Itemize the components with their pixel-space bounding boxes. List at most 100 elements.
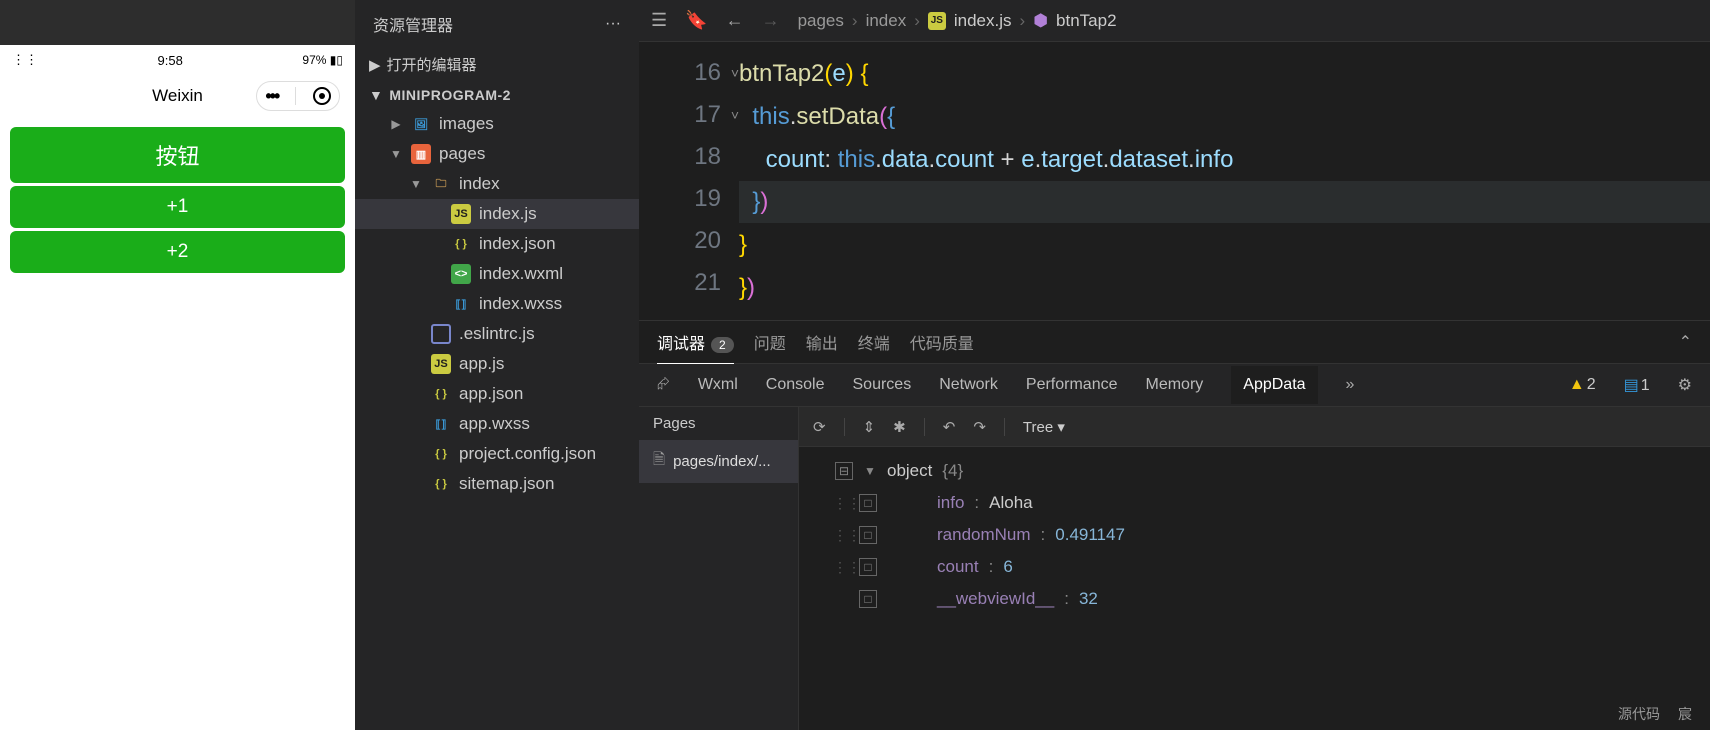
line-gutter: 16˅17˅18192021 [639, 42, 739, 320]
open-editors-section[interactable]: ▶ 打开的编辑器 [355, 48, 639, 81]
tab-debugger[interactable]: 调试器2 [657, 320, 734, 364]
status-source[interactable]: 源代码 [1618, 704, 1660, 724]
tree-item-index-wxml[interactable]: <>index.wxml [355, 259, 639, 289]
chevron-right-icon: › [914, 11, 920, 31]
open-editors-label: 打开的编辑器 [387, 54, 477, 75]
tree-item-sitemap-json[interactable]: { }sitemap.json [355, 469, 639, 499]
devtab-network[interactable]: Network [939, 376, 998, 394]
info-icon[interactable]: ▤1 [1624, 375, 1650, 395]
tree-item--eslintrc-js[interactable]: .eslintrc.js [355, 319, 639, 349]
cube-icon: ⬢ [1033, 11, 1048, 31]
tree-label: index.json [479, 234, 556, 254]
tree-item-app-js[interactable]: JSapp.js [355, 349, 639, 379]
phone-body: 按钮 +1 +2 [0, 117, 355, 286]
refresh-icon[interactable]: ⟳ [813, 418, 826, 436]
breadcrumb-0[interactable]: pages [798, 11, 844, 31]
devtab-wxml[interactable]: Wxml [698, 376, 738, 394]
tree-label: index.js [479, 204, 537, 224]
tree-item-app-json[interactable]: { }app.json [355, 379, 639, 409]
tree-label: index.wxml [479, 264, 563, 284]
chevron-right-icon: › [1020, 11, 1026, 31]
simulator-panel: ⋮⋮ 9:58 97% ▮▯ Weixin ••• 按钮 +1 +2 [0, 0, 355, 730]
tab-quality[interactable]: 代码质量 [910, 320, 974, 364]
tree-item-index-js[interactable]: JSindex.js [355, 199, 639, 229]
tab-terminal[interactable]: 终端 [858, 320, 890, 364]
gear-icon[interactable]: ⚙ [1678, 375, 1692, 395]
tree-item-index-wxss[interactable]: ⟦⟧index.wxss [355, 289, 639, 319]
devtab-performance[interactable]: Performance [1026, 376, 1118, 394]
file-tree: ▶🖼images▼▥pages▼🗀indexJSindex.js{ }index… [355, 109, 639, 730]
status-time: 9:58 [38, 53, 302, 68]
app-title: Weixin [152, 86, 203, 106]
tree-item-index[interactable]: ▼🗀index [355, 169, 639, 199]
sim-button-plus1[interactable]: +1 [10, 186, 345, 228]
data-entry-__webviewId__[interactable]: □__webviewId__ : 32 [809, 583, 1700, 615]
status-line: 源代码 宸 [1618, 704, 1692, 724]
pages-header: Pages [639, 407, 798, 440]
more-icon[interactable]: ··· [605, 15, 621, 33]
data-entry-info[interactable]: ⋮⋮□info : Aloha [809, 487, 1700, 519]
undo-icon[interactable]: ↶ [943, 418, 956, 436]
page-item[interactable]: 🗎 pages/index/... [639, 440, 798, 483]
list-icon[interactable]: ☰ [651, 10, 667, 31]
back-icon[interactable]: ← [726, 10, 744, 31]
capsule-button[interactable]: ••• [256, 81, 340, 111]
devtab-memory[interactable]: Memory [1145, 376, 1203, 394]
tree-mode-select[interactable]: Tree ▾ [1023, 418, 1065, 436]
redo-icon[interactable]: ↷ [973, 418, 986, 436]
tab-badge: 2 [711, 337, 734, 353]
status-more[interactable]: 宸 [1678, 704, 1692, 724]
tree-label: .eslintrc.js [459, 324, 535, 344]
devtab-console[interactable]: Console [766, 376, 825, 394]
tab-output[interactable]: 输出 [806, 320, 838, 364]
more-tabs-icon[interactable]: » [1346, 376, 1355, 394]
tree-item-pages[interactable]: ▼▥pages [355, 139, 639, 169]
breadcrumb-2[interactable]: index.js [954, 11, 1012, 31]
simulator-toolbar [0, 0, 355, 45]
sim-button-main[interactable]: 按钮 [10, 127, 345, 183]
tree-label: pages [439, 144, 485, 164]
tree-item-images[interactable]: ▶🖼images [355, 109, 639, 139]
expand-icon[interactable]: ⇕ [863, 418, 876, 436]
explorer-panel: 资源管理器 ··· ▶ 打开的编辑器 ▼ MINIPROGRAM-2 ▶🖼ima… [355, 0, 639, 730]
code-lines[interactable]: btnTap2(e) { this.setData({ count: this.… [739, 42, 1710, 320]
explorer-title: 资源管理器 [373, 12, 453, 36]
devtab-sources[interactable]: Sources [853, 376, 912, 394]
tree-label: project.config.json [459, 444, 596, 464]
phone-navbar: Weixin ••• [0, 75, 355, 117]
devtab-appdata[interactable]: AppData [1231, 366, 1317, 404]
panel-tabs: 调试器2 问题 输出 终端 代码质量 ⌃ [639, 321, 1710, 363]
tab-problems[interactable]: 问题 [754, 320, 786, 364]
inspect-icon[interactable]: ⮳ [657, 376, 670, 394]
data-entry-randomNum[interactable]: ⋮⋮□randomNum : 0.491147 [809, 519, 1700, 551]
breadcrumb-1[interactable]: index [866, 11, 907, 31]
tree-label: images [439, 114, 494, 134]
tree-label: app.js [459, 354, 504, 374]
tree-item-index-json[interactable]: { }index.json [355, 229, 639, 259]
menu-icon[interactable]: ••• [265, 86, 278, 107]
tree-label: app.wxss [459, 414, 530, 434]
explorer-header: 资源管理器 ··· [355, 0, 639, 48]
breadcrumb-3[interactable]: btnTap2 [1056, 11, 1117, 31]
warning-icon[interactable]: ▲2 [1569, 376, 1596, 394]
chevron-right-icon: › [852, 11, 858, 31]
data-entry-count[interactable]: ⋮⋮□count : 6 [809, 551, 1700, 583]
signal-icon: ⋮⋮ [12, 52, 38, 68]
forward-icon[interactable]: → [762, 10, 780, 31]
tree-item-app-wxss[interactable]: ⟦⟧app.wxss [355, 409, 639, 439]
status-battery: 97% ▮▯ [302, 53, 343, 67]
breadcrumb[interactable]: pages › index › JS index.js › ⬢ btnTap2 [798, 11, 1117, 31]
bookmark-icon[interactable]: 🔖 [685, 10, 707, 31]
chevron-up-icon[interactable]: ⌃ [1679, 332, 1692, 352]
tree-label: sitemap.json [459, 474, 554, 494]
collapse-icon[interactable]: ✱ [893, 418, 906, 436]
page-path: pages/index/... [673, 453, 771, 470]
tree-item-project-config-json[interactable]: { }project.config.json [355, 439, 639, 469]
pages-column: Pages 🗎 pages/index/... [639, 407, 799, 730]
devtools-tabs: ⮳ Wxml Console Sources Network Performan… [639, 363, 1710, 407]
close-icon[interactable] [313, 87, 331, 105]
project-root[interactable]: ▼ MINIPROGRAM-2 [355, 81, 639, 109]
code-editor[interactable]: 16˅17˅18192021 btnTap2(e) { this.setData… [639, 42, 1710, 320]
sim-button-plus2[interactable]: +2 [10, 231, 345, 273]
data-tree[interactable]: ⊟▼object {4}⋮⋮□info : Aloha⋮⋮□randomNum … [799, 447, 1710, 730]
